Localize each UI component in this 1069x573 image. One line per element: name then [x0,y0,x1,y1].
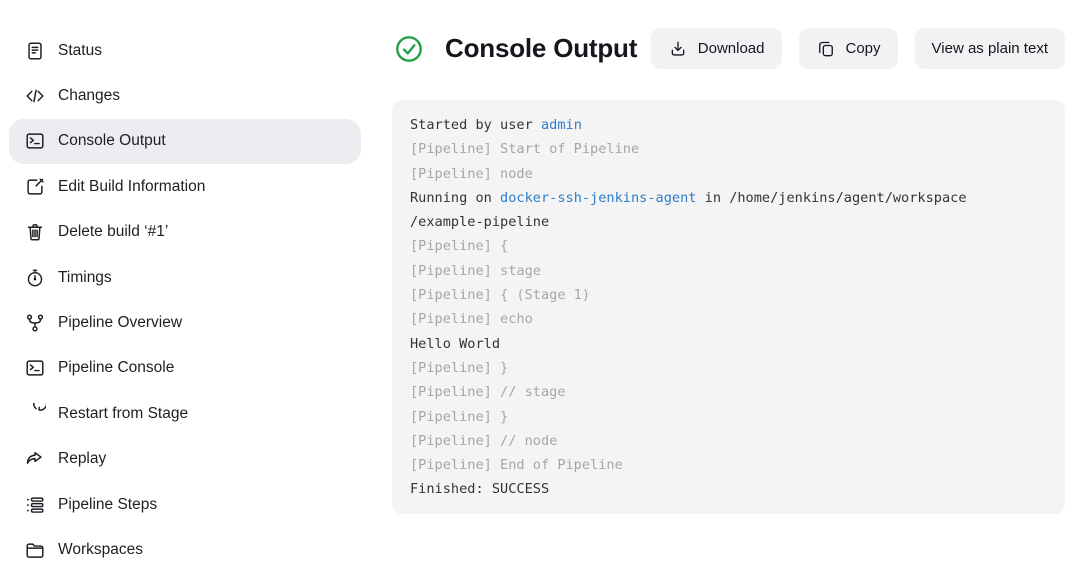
main-content: Console Output Download Copy View as plain… [390,0,1065,573]
sidebar-item-delete-build-1[interactable]: Delete build ‘#1’ [9,210,361,255]
view-as-plain-text-button[interactable]: View as plain text [915,28,1065,69]
console-line: [Pipeline] } [410,405,1047,429]
console-text: [Pipeline] End of Pipeline [410,457,623,473]
sidebar-item-label: Timings [58,269,112,287]
console-text: [Pipeline] // node [410,433,557,449]
sidebar-item-pipeline-overview[interactable]: Pipeline Overview [9,300,361,345]
sidebar-item-label: Pipeline Console [58,359,174,377]
admin-link[interactable]: admin [541,117,582,133]
console-text: Started by user [410,117,541,133]
button-label: Copy [846,40,881,57]
sidebar-item-console-output[interactable]: Console Output [9,119,361,164]
sidebar-item-label: Restart from Stage [58,405,188,423]
sidebar-item-timings[interactable]: Timings [9,255,361,300]
sidebar-item-pipeline-steps[interactable]: Pipeline Steps [9,482,361,527]
build-sidebar: Status Changes Console Output Edit Build In… [9,28,361,573]
changes-icon [24,85,46,107]
console-line: [Pipeline] echo [410,307,1047,331]
trash-icon [24,221,46,243]
button-label: View as plain text [932,40,1048,57]
console-text: [Pipeline] { [410,238,508,254]
sidebar-item-label: Console Output [58,132,166,150]
folder-icon [24,539,46,561]
console-text: in /home/jenkins/agent/workspace [696,190,966,206]
console-line: [Pipeline] { [410,234,1047,258]
sidebar-item-restart-from-stage[interactable]: Restart from Stage [9,391,361,436]
console-line: [Pipeline] node [410,162,1047,186]
sidebar-item-replay[interactable]: Replay [9,437,361,482]
console-text: [Pipeline] { (Stage 1) [410,287,590,303]
copy-icon [816,39,836,59]
console-line: Running on docker-ssh-jenkins-agent in /… [410,186,1047,210]
console-line: [Pipeline] // node [410,429,1047,453]
console-text: [Pipeline] } [410,409,508,425]
console-text: Finished: SUCCESS [410,481,549,497]
sidebar-item-label: Status [58,42,102,60]
replay-icon [24,448,46,470]
download-icon [668,39,688,59]
sidebar-item-edit-build-information[interactable]: Edit Build Information [9,164,361,209]
sidebar-item-workspaces[interactable]: Workspaces [9,527,361,572]
console-text: [Pipeline] echo [410,311,533,327]
sidebar-item-label: Delete build ‘#1’ [58,223,168,241]
console-line: [Pipeline] End of Pipeline [410,453,1047,477]
agent-link[interactable]: docker-ssh-jenkins-agent [500,190,696,206]
console-line: Started by user admin [410,113,1047,137]
console-line: [Pipeline] { (Stage 1) [410,283,1047,307]
console-text: [Pipeline] } [410,360,508,376]
console-line: [Pipeline] } [410,356,1047,380]
console-output: Started by user admin [Pipeline] Start of… [392,100,1065,514]
console-line: [Pipeline] stage [410,259,1047,283]
page-header: Console Output Download Copy View as plain… [390,28,1065,69]
stopwatch-icon [24,267,46,289]
sidebar-item-label: Workspaces [58,541,143,559]
terminal-icon [24,130,46,152]
console-text: [Pipeline] // stage [410,384,566,400]
console-text: /example-pipeline [410,214,549,230]
sidebar-item-label: Pipeline Steps [58,496,157,514]
console-line: /example-pipeline [410,210,1047,234]
console-text: Hello World [410,336,500,352]
terminal-icon [24,357,46,379]
sidebar-item-label: Edit Build Information [58,178,205,196]
console-text: [Pipeline] stage [410,263,541,279]
branch-icon [24,312,46,334]
page-title: Console Output [445,33,637,64]
console-line: Finished: SUCCESS [410,477,1047,501]
copy-button[interactable]: Copy [799,28,898,69]
jenkins-build-page: Status Changes Console Output Edit Build In… [0,0,1069,573]
sidebar-item-label: Replay [58,450,106,468]
restart-icon [24,403,46,425]
edit-icon [24,176,46,198]
sidebar-item-changes[interactable]: Changes [9,73,361,118]
console-line: Hello World [410,332,1047,356]
sidebar-item-status[interactable]: Status [9,28,361,73]
sidebar-item-pipeline-console[interactable]: Pipeline Console [9,346,361,391]
console-text: Running on [410,190,500,206]
sidebar-item-label: Changes [58,87,120,105]
console-text: [Pipeline] node [410,166,533,182]
success-check-icon [394,34,424,64]
console-text: [Pipeline] Start of Pipeline [410,141,639,157]
steps-icon [24,494,46,516]
header-buttons: Download Copy View as plain text [651,28,1065,69]
status-icon [24,40,46,62]
button-label: Download [698,40,765,57]
sidebar-item-label: Pipeline Overview [58,314,182,332]
download-button[interactable]: Download [651,28,782,69]
console-line: [Pipeline] // stage [410,380,1047,404]
console-line: [Pipeline] Start of Pipeline [410,137,1047,161]
